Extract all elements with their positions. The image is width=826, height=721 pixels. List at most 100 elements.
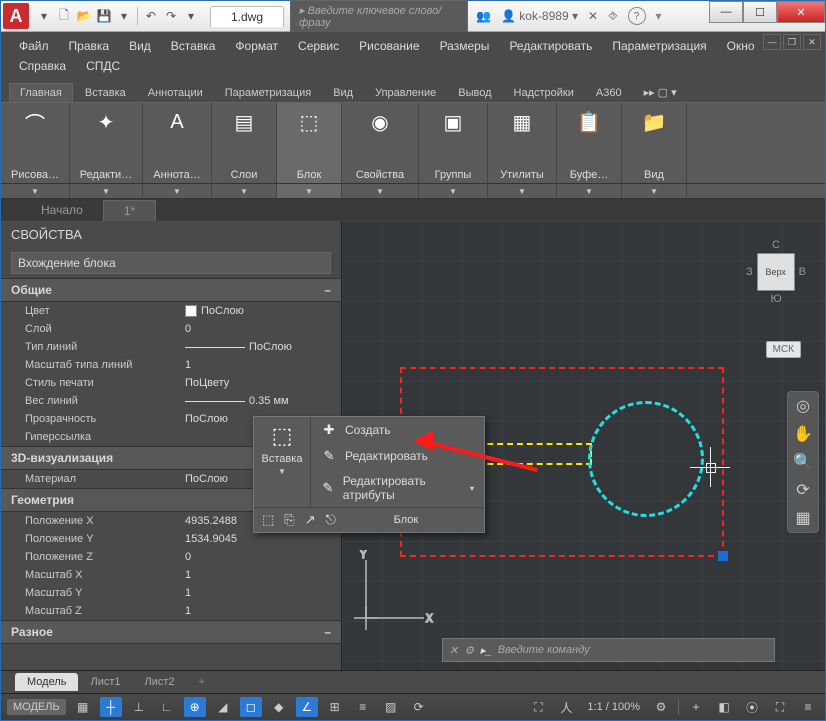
a360-icon[interactable]: ⯑ <box>608 9 617 24</box>
ucs-label[interactable]: МСК <box>766 341 801 358</box>
props-row[interactable]: Масштаб Y1 <box>1 584 341 602</box>
pan-icon[interactable]: ✋ <box>793 424 813 444</box>
sb-ann-icon[interactable]: ⦿ <box>741 697 763 717</box>
menu-Окно[interactable]: Окно <box>717 36 765 56</box>
sb-cycle-icon[interactable]: ⟳ <box>408 697 430 717</box>
ribbon-tab[interactable]: Надстройки <box>504 84 584 102</box>
search-input[interactable]: ▸ Введите ключевое слово/фразу <box>290 0 468 33</box>
sb-infer-icon[interactable]: ⊥ <box>128 697 150 717</box>
sb-3dosnap-icon[interactable]: ◆ <box>268 697 290 717</box>
sb-grid-icon[interactable]: ▦ <box>72 697 94 717</box>
doc-tab-active[interactable]: 1* <box>103 200 156 221</box>
props-row[interactable]: Масштаб X1 <box>1 566 341 584</box>
nav-bar[interactable]: ◎ ✋ 🔍 ⟳ ▦ <box>787 391 819 533</box>
open-icon[interactable]: 📂 <box>75 7 93 25</box>
properties-object-select[interactable]: Вхождение блока <box>11 252 331 274</box>
menu-Справка[interactable]: Справка <box>9 56 76 76</box>
mdi-restore-button[interactable]: ❐ <box>783 34 801 50</box>
props-row[interactable]: Слой0 <box>1 320 341 338</box>
ribbon-panel[interactable]: ⬚Блок <box>277 103 342 183</box>
status-model[interactable]: МОДЕЛЬ <box>7 699 66 715</box>
layout-tab[interactable]: Модель <box>15 673 78 691</box>
dropdown-item[interactable]: ✎Редактировать атрибуты▾ <box>311 469 484 507</box>
menu-Файл[interactable]: Файл <box>9 36 59 56</box>
panel-expand[interactable]: ▼ <box>1 184 70 198</box>
sb-dyn-icon[interactable]: ⊞ <box>324 697 346 717</box>
panel-expand[interactable]: ▼ <box>70 184 143 198</box>
new-icon[interactable]: ▾ <box>35 7 53 25</box>
panel-expand[interactable]: ▼ <box>557 184 622 198</box>
ribbon-tab[interactable]: Аннотации <box>138 84 213 102</box>
ribbon-overflow[interactable]: ▸▸ ▢ ▾ <box>634 83 687 102</box>
layout-add[interactable]: + <box>187 673 217 691</box>
dropdown-insert-button[interactable]: ⬚ Вставка ▼ <box>254 417 311 507</box>
undo-icon[interactable]: ↶ <box>142 7 160 25</box>
sb-polar-icon[interactable]: ⊕ <box>184 697 206 717</box>
cmd-close-icon[interactable]: ✕ <box>449 644 458 657</box>
user-icon[interactable]: 👤 kok-8989 ▾ <box>501 9 578 23</box>
ribbon-tab[interactable]: Управление <box>365 84 446 102</box>
command-input[interactable]: ✕ ⚙ ▸_ Введите команду <box>442 638 775 662</box>
sb-units-icon[interactable]: ⛶ <box>527 697 549 717</box>
doc-tab-start[interactable]: Начало <box>21 200 103 220</box>
dd-icon-3[interactable]: ↗ <box>305 512 316 528</box>
sb-clean-icon[interactable]: ⛶ <box>769 697 791 717</box>
ribbon-panel[interactable]: ◉Свойства <box>342 103 419 183</box>
props-row[interactable]: Цвет ПоСлою <box>1 302 341 320</box>
ribbon-tab[interactable]: Параметризация <box>215 84 321 102</box>
app-logo[interactable]: A <box>3 3 29 29</box>
qat-more-icon[interactable]: ▾ <box>182 7 200 25</box>
help-more-icon[interactable]: ▾ <box>656 9 662 23</box>
sb-custom-icon[interactable]: ≡ <box>797 697 819 717</box>
sb-gear-icon[interactable]: ⚙ <box>650 697 672 717</box>
close-button[interactable]: ✕ <box>777 1 825 23</box>
ribbon-tab[interactable]: Вид <box>323 84 363 102</box>
menu-Вставка[interactable]: Вставка <box>161 36 226 56</box>
panel-expand[interactable]: ▼ <box>419 184 488 198</box>
ribbon-panel[interactable]: 📋Буфе… <box>557 103 622 183</box>
props-row[interactable]: Положение Z0 <box>1 548 341 566</box>
minimize-button[interactable]: — <box>709 1 743 23</box>
zoom-icon[interactable]: 🔍 <box>793 452 813 472</box>
props-row[interactable]: Масштаб Z1 <box>1 602 341 620</box>
menu-Рисование[interactable]: Рисование <box>349 36 429 56</box>
sb-iso-icon[interactable]: ◢ <box>212 697 234 717</box>
ribbon-tab[interactable]: Вставка <box>75 84 136 102</box>
sb-otrack-icon[interactable]: ∠ <box>296 697 318 717</box>
sb-lwt-icon[interactable]: ≡ <box>352 697 374 717</box>
signin-icon[interactable]: 👥 <box>476 9 491 23</box>
ribbon-panel[interactable]: ▤Слои <box>212 103 277 183</box>
dd-icon-4[interactable]: ⎋ <box>326 512 336 528</box>
props-row[interactable]: Масштаб типа линий1 <box>1 356 341 374</box>
selection-grip[interactable] <box>718 551 728 561</box>
panel-expand[interactable]: ▼ <box>342 184 419 198</box>
ribbon-tab[interactable]: Вывод <box>448 84 501 102</box>
props-row[interactable]: Стиль печатиПоЦвету <box>1 374 341 392</box>
menu-Параметризация[interactable]: Параметризация <box>602 36 716 56</box>
panel-expand[interactable]: ▼ <box>212 184 277 198</box>
cmd-settings-icon[interactable]: ⚙ <box>464 644 474 657</box>
help-icon[interactable]: ? <box>628 7 646 25</box>
dd-icon-1[interactable]: ⬚ <box>262 512 274 528</box>
menu-Вид[interactable]: Вид <box>119 36 161 56</box>
new-file-icon[interactable]: 🗋 <box>55 7 73 25</box>
ribbon-panel[interactable]: ▣Группы <box>419 103 488 183</box>
ribbon-tab[interactable]: Главная <box>9 83 73 102</box>
viewcube[interactable]: С З Верх В Ю <box>741 239 811 329</box>
props-row[interactable]: Вес линий 0.35 мм <box>1 392 341 410</box>
maximize-button[interactable]: ☐ <box>743 1 777 23</box>
dd-icon-2[interactable]: ⎘ <box>284 512 294 528</box>
sb-trans-icon[interactable]: ▨ <box>380 697 402 717</box>
ribbon-tab[interactable]: A360 <box>586 84 632 102</box>
panel-expand[interactable]: ▼ <box>622 184 687 198</box>
menu-Сервис[interactable]: Сервис <box>288 36 349 56</box>
file-tab[interactable]: 1.dwg <box>210 6 284 27</box>
sb-qp-icon[interactable]: ◧ <box>713 697 735 717</box>
layout-tab[interactable]: Лист2 <box>133 673 187 691</box>
menu-Формат[interactable]: Формат <box>225 36 288 56</box>
mdi-close-button[interactable]: ✕ <box>803 34 821 50</box>
showmotion-icon[interactable]: ▦ <box>795 508 810 528</box>
props-section[interactable]: Разное– <box>1 620 341 644</box>
save-icon[interactable]: 💾 <box>95 7 113 25</box>
sb-snap-icon[interactable]: ┼ <box>100 697 122 717</box>
